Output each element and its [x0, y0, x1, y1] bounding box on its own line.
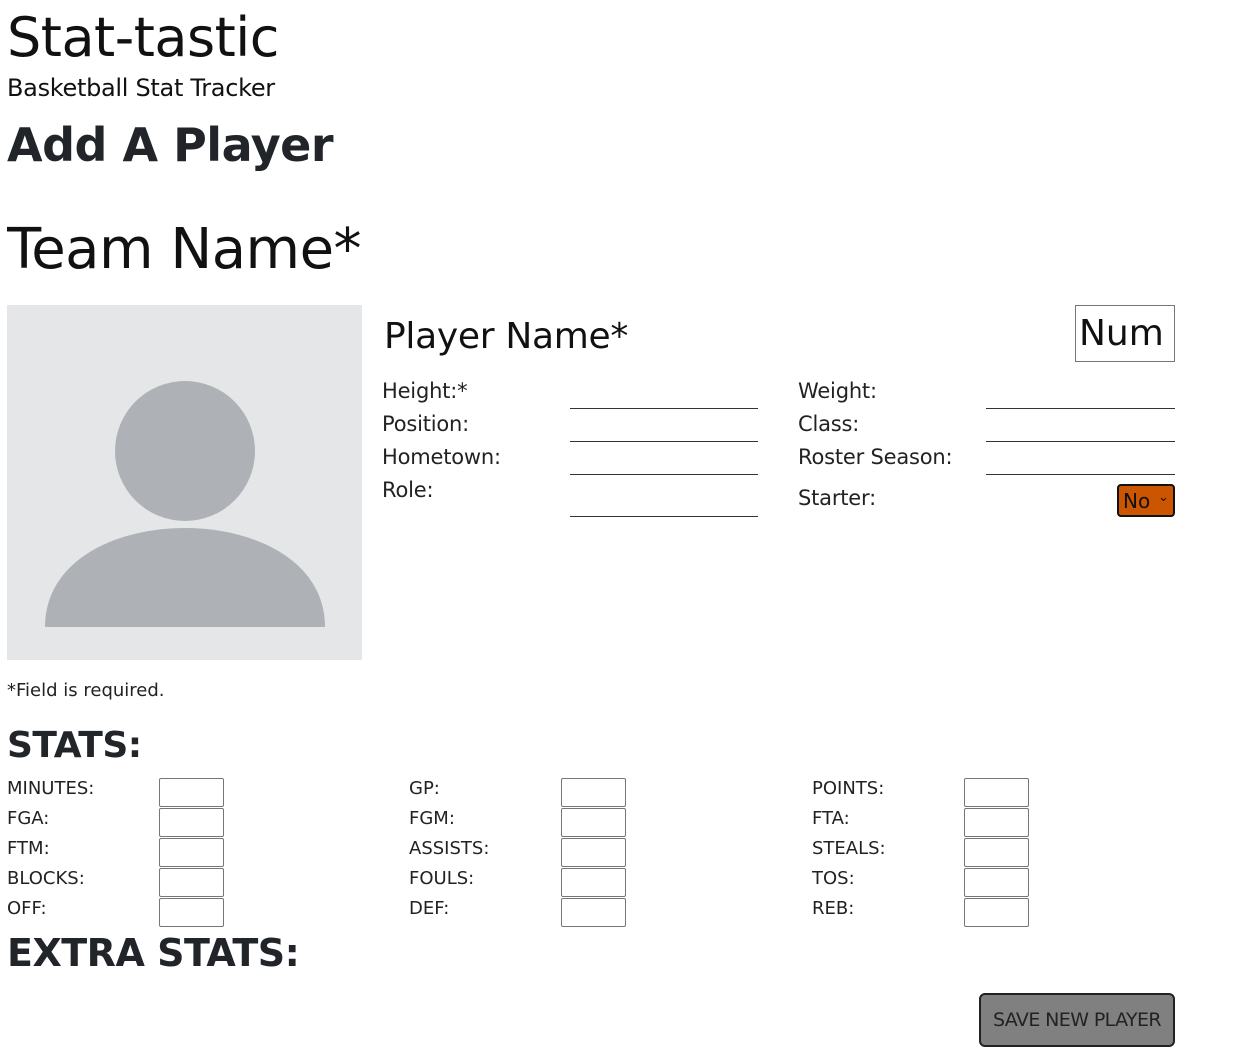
tos-label: TOS: — [812, 868, 855, 889]
reb-input[interactable] — [964, 898, 1029, 927]
height-input[interactable] — [570, 382, 758, 409]
fgm-input[interactable] — [561, 808, 626, 837]
position-label: Position: — [382, 412, 470, 436]
avatar-placeholder-icon — [45, 381, 325, 627]
extra-stats-heading: EXTRA STATS: — [7, 931, 300, 975]
def-label: DEF: — [409, 898, 450, 919]
steals-label: STEALS: — [812, 838, 886, 859]
off-label: OFF: — [7, 898, 47, 919]
fouls-input[interactable] — [561, 868, 626, 897]
page-heading: Add A Player — [7, 118, 334, 172]
starter-select[interactable]: No — [1117, 484, 1175, 517]
points-input[interactable] — [964, 778, 1029, 807]
points-label: POINTS: — [812, 778, 885, 799]
player-photo[interactable] — [7, 305, 362, 660]
position-input[interactable] — [570, 415, 758, 442]
height-label: Height:* — [382, 379, 468, 403]
team-name-input[interactable] — [7, 216, 767, 282]
fouls-label: FOULS: — [409, 868, 475, 889]
def-input[interactable] — [561, 898, 626, 927]
gp-label: GP: — [409, 778, 440, 799]
minutes-label: MINUTES: — [7, 778, 95, 799]
app-subtitle: Basketball Stat Tracker — [7, 74, 275, 102]
steals-input[interactable] — [964, 838, 1029, 867]
minutes-input[interactable] — [159, 778, 224, 807]
roster-season-label: Roster Season: — [798, 445, 953, 469]
fga-label: FGA: — [7, 808, 50, 829]
starter-label: Starter: — [798, 486, 876, 510]
assists-input[interactable] — [561, 838, 626, 867]
role-input[interactable] — [570, 490, 758, 517]
gp-input[interactable] — [561, 778, 626, 807]
weight-label: Weight: — [798, 379, 877, 403]
fta-label: FTA: — [812, 808, 850, 829]
player-name-input[interactable] — [384, 310, 1044, 362]
class-input[interactable] — [986, 415, 1175, 442]
fgm-label: FGM: — [409, 808, 455, 829]
blocks-input[interactable] — [159, 868, 224, 897]
app-title: Stat-tastic — [7, 6, 279, 69]
blocks-label: BLOCKS: — [7, 868, 85, 889]
ftm-label: FTM: — [7, 838, 50, 859]
save-new-player-button[interactable]: SAVE NEW PLAYER — [979, 993, 1175, 1047]
tos-input[interactable] — [964, 868, 1029, 897]
hometown-input[interactable] — [570, 448, 758, 475]
weight-input[interactable] — [986, 382, 1175, 409]
assists-label: ASSISTS: — [409, 838, 490, 859]
ftm-input[interactable] — [159, 838, 224, 867]
roster-season-input[interactable] — [986, 448, 1175, 475]
class-label: Class: — [798, 412, 860, 436]
hometown-label: Hometown: — [382, 445, 501, 469]
fta-input[interactable] — [964, 808, 1029, 837]
required-note: *Field is required. — [7, 680, 165, 701]
player-number-input[interactable] — [1075, 305, 1175, 362]
stats-heading: STATS: — [7, 725, 142, 766]
fga-input[interactable] — [159, 808, 224, 837]
off-input[interactable] — [159, 898, 224, 927]
reb-label: REB: — [812, 898, 855, 919]
role-label: Role: — [382, 478, 434, 502]
